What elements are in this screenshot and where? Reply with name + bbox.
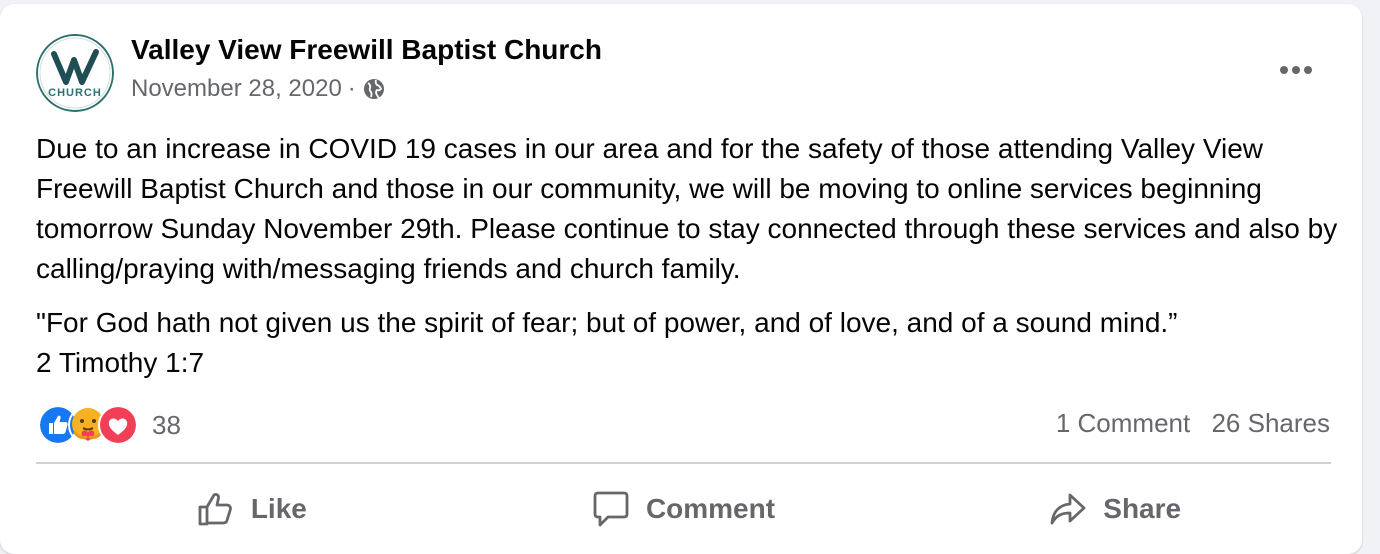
action-bar: Like Comment Share xyxy=(36,474,1331,544)
post-paragraph: Due to an increase in COVID 19 cases in … xyxy=(36,133,1338,284)
comment-button[interactable]: Comment xyxy=(468,474,900,544)
share-button[interactable]: Share xyxy=(899,474,1331,544)
ellipsis-icon xyxy=(1280,66,1312,74)
avatar-caption: CHURCH xyxy=(48,87,102,99)
meta-separator: · xyxy=(347,75,356,102)
share-arrow-icon xyxy=(1050,493,1086,525)
comment-bubble-icon xyxy=(593,491,629,527)
share-button-label: Share xyxy=(1103,493,1182,524)
reaction-count[interactable]: 38 xyxy=(152,410,181,441)
post-timestamp[interactable]: November 28, 2020 xyxy=(131,75,342,103)
post-message: Due to an increase in COVID 19 cases in … xyxy=(36,129,1346,383)
globe-icon[interactable] xyxy=(362,77,386,101)
post-meta: November 28, 2020 · xyxy=(131,75,386,103)
page-name-link[interactable]: Valley View Freewill Baptist Church xyxy=(131,34,602,66)
reactions-summary[interactable]: 38 xyxy=(38,405,181,445)
comment-button-label: Comment xyxy=(645,493,776,524)
like-button[interactable]: Like xyxy=(36,474,468,544)
post-card: CHURCH Valley View Freewill Baptist Chur… xyxy=(0,4,1362,554)
more-options-button[interactable] xyxy=(1268,50,1324,90)
page-avatar[interactable]: CHURCH xyxy=(36,34,114,112)
engagement-stats: 1 Comment 26 Shares xyxy=(1056,408,1330,439)
thumbs-up-icon xyxy=(198,493,232,526)
actions-divider xyxy=(36,462,1331,464)
post-paragraph: "For God hath not given us the spirit of… xyxy=(36,307,1178,378)
love-reaction-icon xyxy=(98,405,138,445)
share-count-link[interactable]: 26 Shares xyxy=(1211,408,1330,438)
comment-count-link[interactable]: 1 Comment xyxy=(1056,408,1190,438)
like-button-label: Like xyxy=(250,493,307,524)
